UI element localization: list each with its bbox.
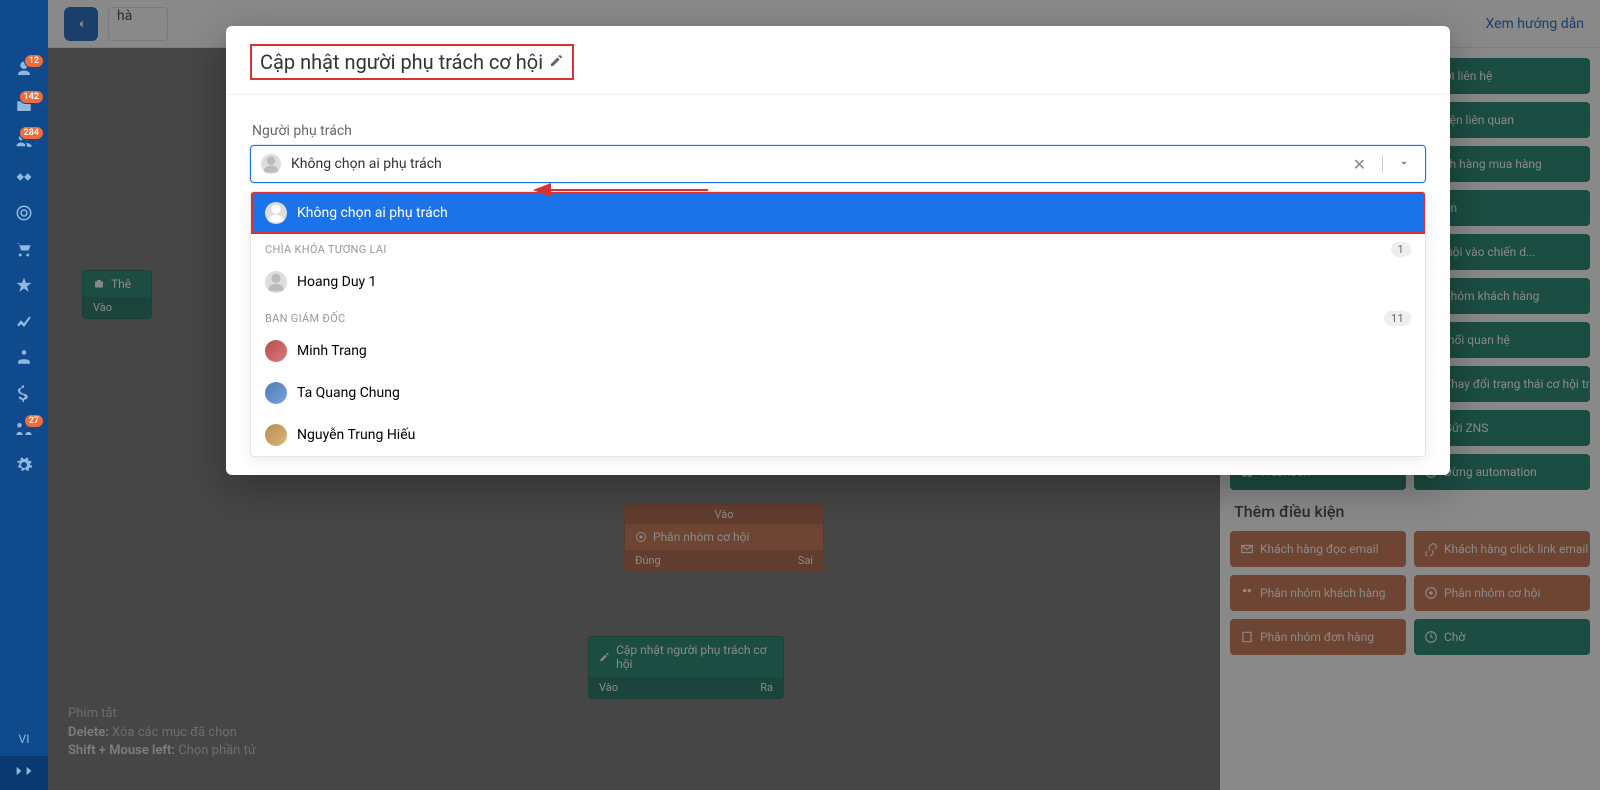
badge-contacts: 12: [24, 54, 44, 68]
sidebar-dollar[interactable]: [0, 384, 48, 402]
update-owner-modal: Cập nhật người phụ trách cơ hội Người ph…: [226, 26, 1450, 475]
owner-select-value: Không chọn ai phụ trách: [291, 156, 1337, 172]
dd-group-2: BAN GIÁM ĐỐC 11: [251, 303, 1425, 330]
sidebar-star[interactable]: [0, 276, 48, 294]
owner-field-label: Người phụ trách: [252, 123, 1426, 139]
avatar-icon: [265, 271, 287, 293]
dd-option-label: Nguyễn Trung Hiếu: [297, 427, 415, 443]
modal-title: Cập nhật người phụ trách cơ hội: [260, 50, 543, 74]
dd-option-nguyentrunghieu[interactable]: Nguyễn Trung Hiếu: [251, 414, 1425, 456]
sidebar-cases[interactable]: 142: [0, 96, 48, 114]
edit-title-icon[interactable]: [549, 53, 564, 72]
chevron-down-icon[interactable]: [1393, 156, 1415, 173]
badge-cases: 142: [19, 90, 44, 104]
modal-title-highlight: Cập nhật người phụ trách cơ hội: [250, 44, 574, 80]
sidebar-expand-button[interactable]: [0, 756, 48, 790]
sidebar-target[interactable]: [0, 204, 48, 222]
dd-option-label: Hoang Duy 1: [297, 274, 377, 290]
dd-group-2-name: BAN GIÁM ĐỐC: [265, 312, 345, 325]
owner-select[interactable]: Không chọn ai phụ trách ✕: [250, 145, 1426, 183]
dd-group-2-count: 11: [1384, 311, 1411, 326]
clear-selection-icon[interactable]: ✕: [1347, 155, 1372, 174]
dd-group-1-name: CHÌA KHÓA TƯƠNG LAI: [265, 243, 387, 256]
avatar-icon: [265, 424, 287, 446]
selected-avatar-icon: [261, 154, 281, 174]
sidebar-org2[interactable]: 27: [0, 420, 48, 438]
dd-group-1: CHÌA KHÓA TƯƠNG LAI 1: [251, 234, 1425, 261]
avatar-icon: [265, 382, 287, 404]
sidebar-chart[interactable]: [0, 312, 48, 330]
sidebar-org[interactable]: [0, 348, 48, 366]
app-root: 12 142 284 2: [0, 0, 1600, 790]
dd-option-none-label: Không chọn ai phụ trách: [297, 205, 448, 221]
sidebar-cart[interactable]: [0, 240, 48, 258]
sidebar-bottom: VI: [0, 722, 48, 790]
sidebar-settings[interactable]: [0, 456, 48, 474]
dd-option-minhtrang[interactable]: Minh Trang: [251, 330, 1425, 372]
sidebar: 12 142 284 2: [0, 0, 48, 790]
dd-option-hoangduy[interactable]: Hoang Duy 1: [251, 261, 1425, 303]
main-area: hà Xem hướng dẫn Thê Vào VàoRa Vào Phân …: [48, 0, 1600, 790]
dd-option-taquangchung[interactable]: Ta Quang Chung: [251, 372, 1425, 414]
dd-group-1-count: 1: [1391, 242, 1411, 257]
avatar-icon: [265, 340, 287, 362]
sidebar-people[interactable]: 284: [0, 132, 48, 150]
dd-option-label: Ta Quang Chung: [297, 385, 400, 401]
dd-option-label: Minh Trang: [297, 343, 367, 359]
language-selector[interactable]: VI: [0, 722, 48, 756]
sidebar-handshake[interactable]: [0, 168, 48, 186]
owner-dropdown[interactable]: Không chọn ai phụ trách CHÌA KHÓA TƯƠNG …: [250, 191, 1426, 457]
dd-option-none[interactable]: Không chọn ai phụ trách: [251, 192, 1425, 234]
sidebar-contacts[interactable]: 12: [0, 60, 48, 78]
badge-org: 27: [24, 414, 44, 428]
badge-people: 284: [19, 126, 44, 140]
avatar-none-icon: [265, 202, 287, 224]
